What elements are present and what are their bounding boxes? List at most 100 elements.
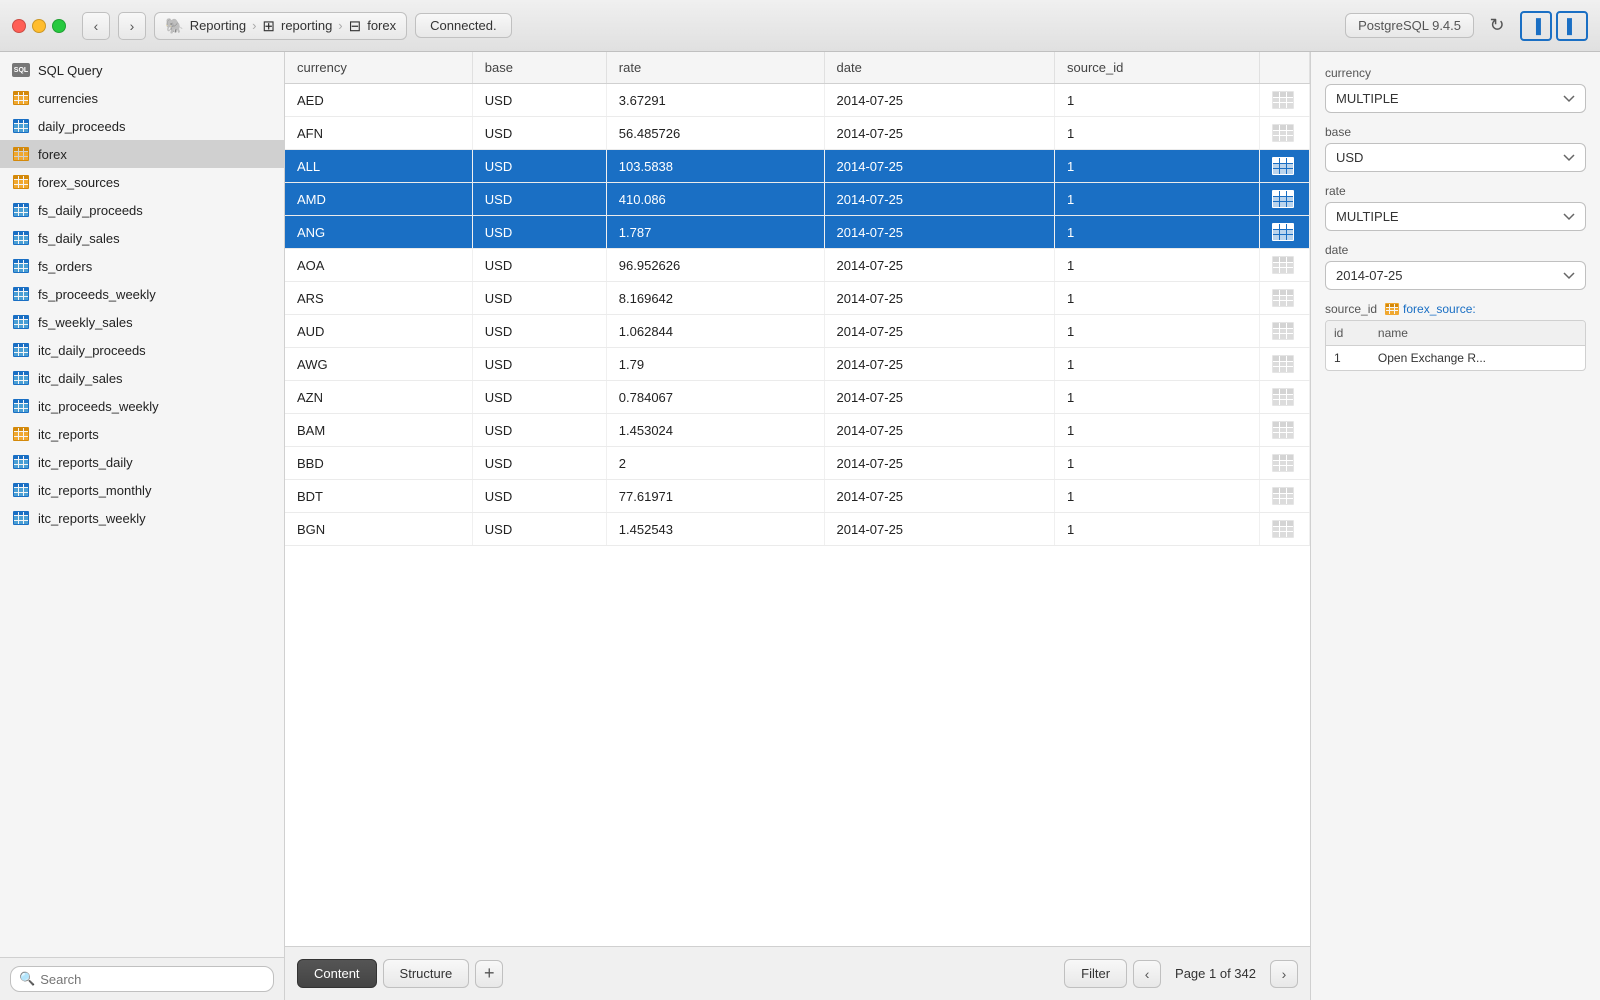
sidebar-item-label: fs_daily_sales	[38, 231, 120, 246]
breadcrumb-table[interactable]: forex	[367, 18, 396, 33]
table-row[interactable]: ARSUSD8.1696422014-07-251	[285, 282, 1310, 315]
panel-date-select[interactable]: 2014-07-25	[1325, 261, 1586, 290]
sidebar-item-itc-proceeds-weekly[interactable]: itc_proceeds_weekly	[0, 392, 284, 420]
table-row[interactable]: BBDUSD22014-07-251	[285, 447, 1310, 480]
cell-icon[interactable]	[1260, 183, 1310, 216]
table-row[interactable]: BDTUSD77.619712014-07-251	[285, 480, 1310, 513]
refresh-button[interactable]: ↻	[1482, 11, 1512, 41]
minimize-button[interactable]	[32, 19, 46, 33]
sidebar-item-daily-proceeds[interactable]: daily_proceeds	[0, 112, 284, 140]
cell-date: 2014-07-25	[824, 480, 1054, 513]
panel-toggle-button[interactable]: ▌	[1556, 11, 1588, 41]
tab-structure[interactable]: Structure	[383, 959, 470, 988]
search-input[interactable]	[40, 972, 265, 987]
table-row[interactable]: ANGUSD1.7872014-07-251	[285, 216, 1310, 249]
cell-base: USD	[472, 282, 606, 315]
sidebar-item-label: itc_proceeds_weekly	[38, 399, 159, 414]
cell-icon[interactable]	[1260, 249, 1310, 282]
cell-icon[interactable]	[1260, 447, 1310, 480]
col-rate[interactable]: rate	[606, 52, 824, 84]
cell-base: USD	[472, 117, 606, 150]
sidebar-item-fs-daily-sales[interactable]: fs_daily_sales	[0, 224, 284, 252]
cell-icon[interactable]	[1260, 513, 1310, 546]
sidebar-item-sql-query[interactable]: SQL SQL Query	[0, 56, 284, 84]
sidebar-item-itc-daily-sales[interactable]: itc_daily_sales	[0, 364, 284, 392]
traffic-lights	[12, 19, 66, 33]
sidebar-item-itc-reports-monthly[interactable]: itc_reports_monthly	[0, 476, 284, 504]
back-button[interactable]: ‹	[82, 12, 110, 40]
cell-icon[interactable]	[1260, 414, 1310, 447]
prev-page-button[interactable]: ‹	[1133, 960, 1161, 988]
cell-currency: BAM	[285, 414, 472, 447]
sidebar-item-label: currencies	[38, 91, 98, 106]
table-row[interactable]: BAMUSD1.4530242014-07-251	[285, 414, 1310, 447]
forward-button[interactable]: ›	[118, 12, 146, 40]
sidebar-item-label: fs_daily_proceeds	[38, 203, 143, 218]
cell-icon[interactable]	[1260, 315, 1310, 348]
table-row[interactable]: AWGUSD1.792014-07-251	[285, 348, 1310, 381]
sidebar-item-forex-sources[interactable]: forex_sources	[0, 168, 284, 196]
sidebar-item-itc-reports-weekly[interactable]: itc_reports_weekly	[0, 504, 284, 532]
cell-base: USD	[472, 183, 606, 216]
sidebar-item-fs-orders[interactable]: fs_orders	[0, 252, 284, 280]
table-row[interactable]: AZNUSD0.7840672014-07-251	[285, 381, 1310, 414]
table-row[interactable]: AOAUSD96.9526262014-07-251	[285, 249, 1310, 282]
col-source-id[interactable]: source_id	[1055, 52, 1260, 84]
filter-button[interactable]: Filter	[1064, 959, 1127, 988]
sidebar-item-label: daily_proceeds	[38, 119, 125, 134]
col-base[interactable]: base	[472, 52, 606, 84]
sidebar-item-fs-proceeds-weekly[interactable]: fs_proceeds_weekly	[0, 280, 284, 308]
cell-icon[interactable]	[1260, 84, 1310, 117]
sidebar-item-fs-weekly-sales[interactable]: fs_weekly_sales	[0, 308, 284, 336]
panel-rate-select[interactable]: MULTIPLE	[1325, 202, 1586, 231]
panel-currency-label: currency	[1325, 66, 1586, 80]
cell-icon[interactable]	[1260, 117, 1310, 150]
tab-content[interactable]: Content	[297, 959, 377, 988]
table-row[interactable]: AUDUSD1.0628442014-07-251	[285, 315, 1310, 348]
add-row-button[interactable]: +	[475, 960, 503, 988]
search-input-wrap[interactable]: 🔍	[10, 966, 274, 992]
sidebar-item-label: itc_daily_sales	[38, 371, 123, 386]
sidebar-search-area: 🔍	[0, 957, 284, 1000]
breadcrumb-schema[interactable]: reporting	[281, 18, 332, 33]
cell-icon[interactable]	[1260, 150, 1310, 183]
cell-icon[interactable]	[1260, 348, 1310, 381]
sidebar-item-itc-reports-daily[interactable]: itc_reports_daily	[0, 448, 284, 476]
table-blue-icon	[12, 313, 30, 331]
cell-icon[interactable]	[1260, 381, 1310, 414]
col-date[interactable]: date	[824, 52, 1054, 84]
table-row[interactable]: AEDUSD3.672912014-07-251	[285, 84, 1310, 117]
sidebar-item-fs-daily-proceeds[interactable]: fs_daily_proceeds	[0, 196, 284, 224]
cell-base: USD	[472, 381, 606, 414]
cell-date: 2014-07-25	[824, 150, 1054, 183]
sidebar-item-itc-reports[interactable]: itc_reports	[0, 420, 284, 448]
cell-icon[interactable]	[1260, 480, 1310, 513]
table-row[interactable]: ALLUSD103.58382014-07-251	[285, 150, 1310, 183]
table-row[interactable]: AFNUSD56.4857262014-07-251	[285, 117, 1310, 150]
sidebar-item-forex[interactable]: forex	[0, 140, 284, 168]
table-row[interactable]: AMDUSD410.0862014-07-251	[285, 183, 1310, 216]
cell-rate: 103.5838	[606, 150, 824, 183]
panel-base-select[interactable]: USD	[1325, 143, 1586, 172]
table-row[interactable]: BGNUSD1.4525432014-07-251	[285, 513, 1310, 546]
cell-icon[interactable]	[1260, 282, 1310, 315]
breadcrumb-sep1: ›	[252, 18, 256, 33]
sidebar-toggle-button[interactable]: ▐	[1520, 11, 1552, 41]
cell-base: USD	[472, 249, 606, 282]
source-id-table-ref[interactable]: forex_source:	[1385, 302, 1476, 316]
panel-source-id-label: source_id	[1325, 302, 1377, 316]
cell-icon[interactable]	[1260, 216, 1310, 249]
breadcrumb-db[interactable]: Reporting	[190, 18, 246, 33]
sidebar-item-currencies[interactable]: currencies	[0, 84, 284, 112]
sidebar-item-itc-daily-proceeds[interactable]: itc_daily_proceeds	[0, 336, 284, 364]
table-blue-icon	[12, 481, 30, 499]
col-currency[interactable]: currency	[285, 52, 472, 84]
maximize-button[interactable]	[52, 19, 66, 33]
cell-currency: ARS	[285, 282, 472, 315]
table-blue-icon	[12, 397, 30, 415]
cell-rate: 0.784067	[606, 381, 824, 414]
next-page-button[interactable]: ›	[1270, 960, 1298, 988]
cell-date: 2014-07-25	[824, 282, 1054, 315]
panel-currency-select[interactable]: MULTIPLE	[1325, 84, 1586, 113]
close-button[interactable]	[12, 19, 26, 33]
